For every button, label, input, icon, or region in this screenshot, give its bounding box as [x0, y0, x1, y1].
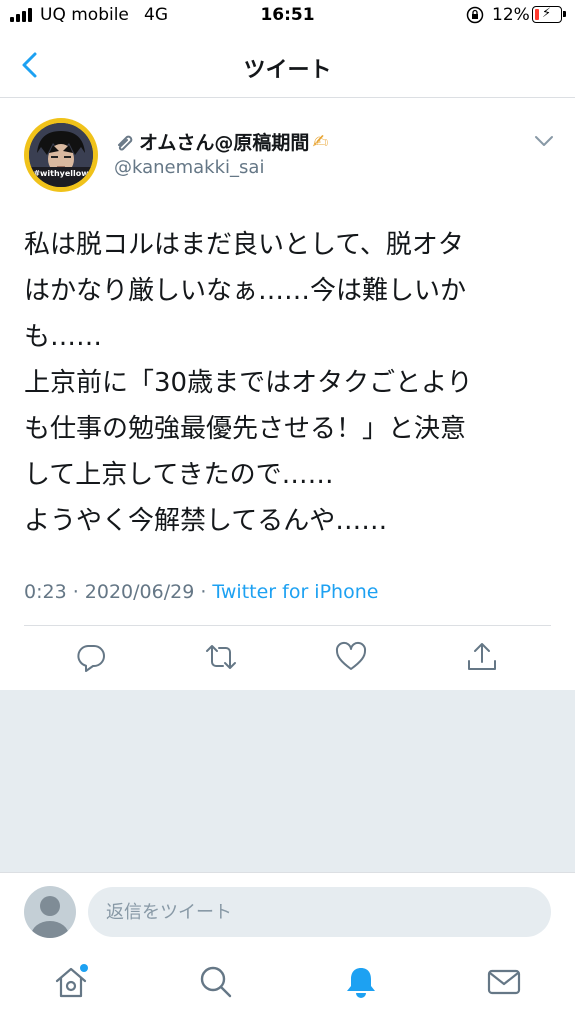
reply-input[interactable]	[88, 887, 551, 937]
notifications-icon[interactable]	[343, 964, 379, 1000]
home-notification-dot	[80, 964, 88, 972]
search-icon[interactable]	[198, 964, 234, 1000]
display-name-row[interactable]: オムさん@原稿期間 ✍	[114, 128, 328, 155]
rotation-lock-icon	[466, 6, 484, 24]
status-time: 16:51	[260, 5, 315, 25]
battery-charging-icon: ⚡	[532, 6, 566, 23]
retweet-icon[interactable]	[204, 640, 238, 674]
tweet-timestamp: 0:23 · 2020/06/29 ·	[24, 581, 213, 603]
author-avatar[interactable]: #withyellow	[24, 118, 98, 192]
tweet-source-link[interactable]: Twitter for iPhone	[212, 581, 378, 603]
empty-replies-area	[0, 690, 575, 872]
reply-bar	[0, 872, 575, 950]
reply-icon[interactable]	[74, 640, 108, 674]
status-bar: UQ mobile 4G 16:51 12% ⚡	[0, 0, 575, 34]
tweet-text: 私は脱コルはまだ良いとして、脱オタ はかなり厳しいなぁ……今は難しいか も…… …	[24, 230, 473, 536]
divider	[24, 625, 551, 626]
page-title: ツイート	[243, 58, 332, 83]
default-avatar-icon	[24, 886, 76, 938]
chevron-down-icon[interactable]	[534, 134, 554, 148]
tweet-actions	[0, 640, 575, 678]
like-icon[interactable]	[334, 640, 368, 674]
share-icon[interactable]	[465, 640, 499, 674]
paperclip-icon	[118, 135, 133, 150]
display-name: オムさん@原稿期間	[139, 132, 310, 154]
avatar-hashtag: #withyellow	[33, 169, 89, 178]
nav-header: ツイート	[0, 34, 575, 98]
tab-bar	[0, 950, 575, 1024]
author-handle[interactable]: @kanemakki_sai	[114, 157, 264, 178]
tweet-metadata: 0:23 · 2020/06/29 · Twitter for iPhone	[24, 581, 378, 603]
writing-hand-icon: ✍	[312, 130, 329, 153]
messages-icon[interactable]	[486, 964, 522, 1000]
battery-percent: 12%	[492, 5, 530, 25]
